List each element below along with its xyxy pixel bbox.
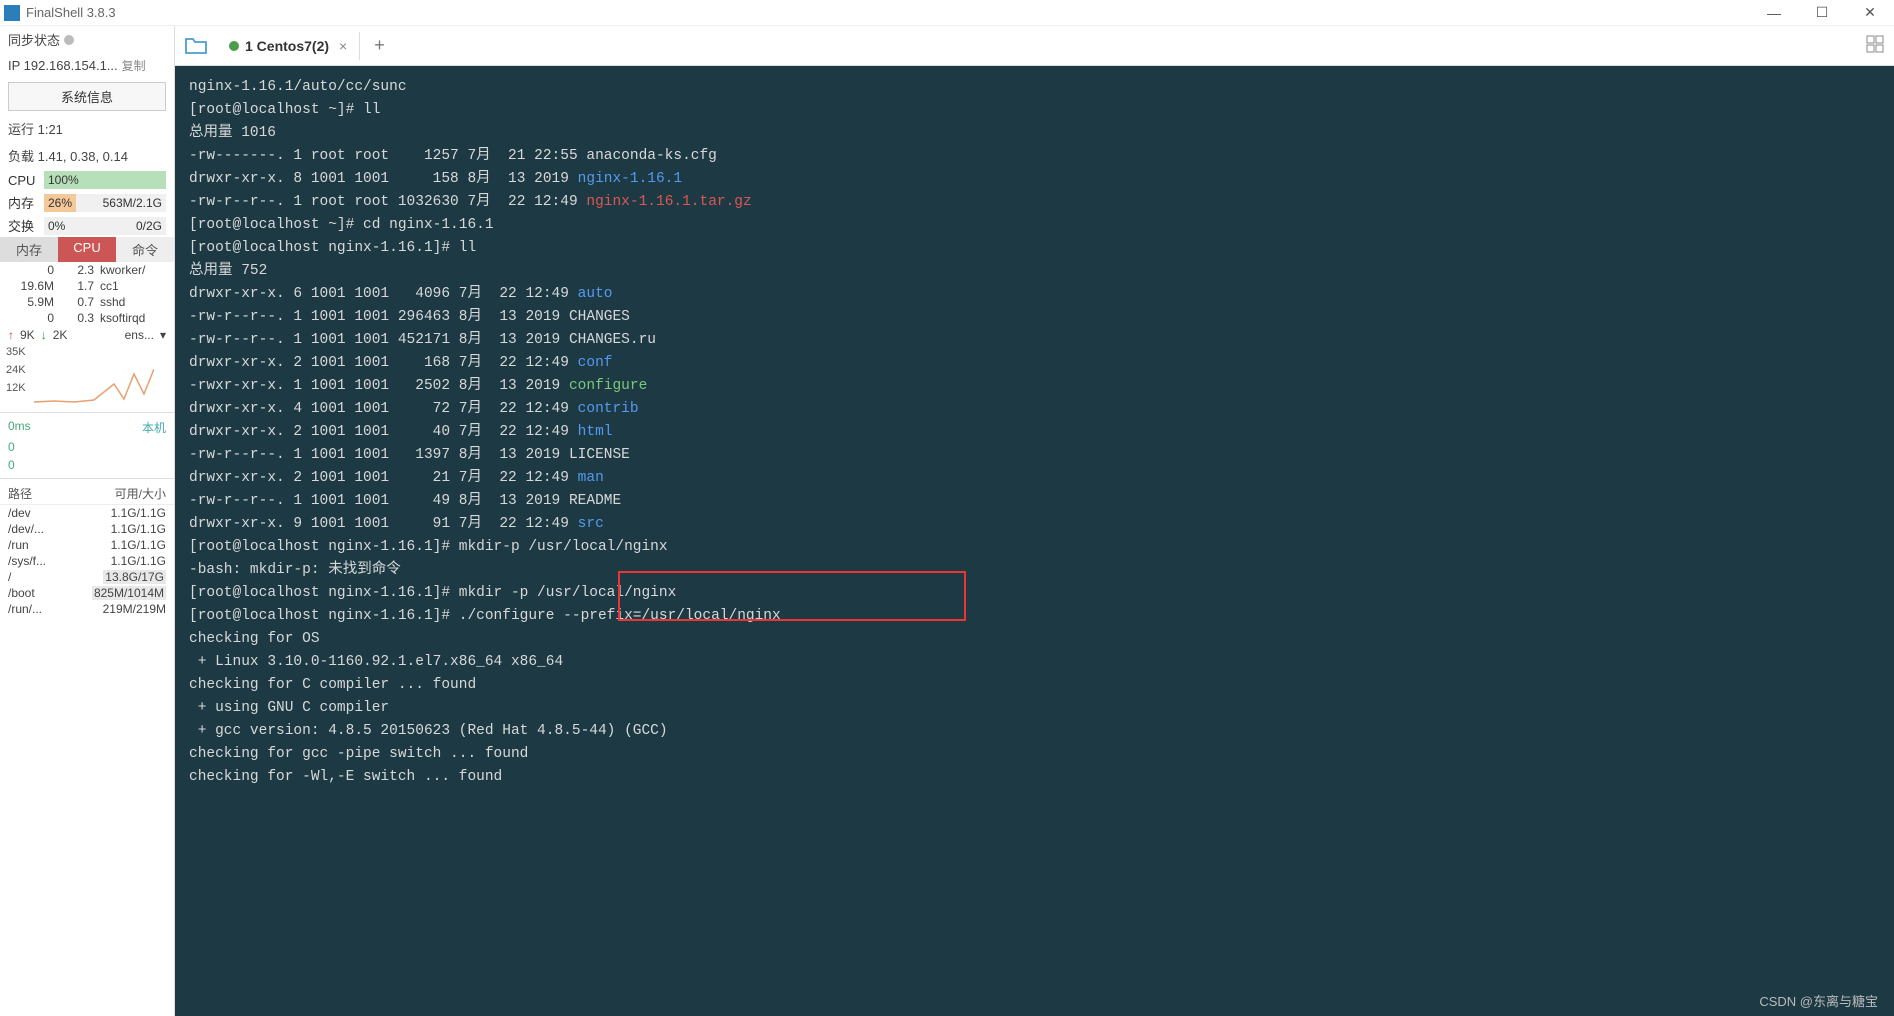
disk-row[interactable]: /boot825M/1014M bbox=[0, 585, 174, 601]
ip-text: IP 192.168.154.1... bbox=[8, 58, 118, 73]
swap-label: 交换 bbox=[8, 216, 40, 235]
tab-memory[interactable]: 内存 bbox=[0, 237, 58, 262]
titlebar: FinalShell 3.8.3 — ☐ ✕ bbox=[0, 0, 1894, 26]
window-title: FinalShell 3.8.3 bbox=[26, 5, 1754, 20]
tab-label: 1 Centos7(2) bbox=[245, 38, 329, 54]
terminal-line: -rw-r--r--. 1 root root 1032630 7月 22 12… bbox=[189, 191, 1880, 214]
process-row[interactable]: 5.9M0.7sshd bbox=[0, 294, 174, 310]
app-icon bbox=[4, 5, 20, 21]
net-chart: 35K 24K 12K bbox=[4, 346, 170, 406]
tab-add-button[interactable]: + bbox=[360, 35, 399, 56]
sync-label: 同步状态 bbox=[8, 30, 60, 49]
terminal-line: -rw-------. 1 root root 1257 7月 21 22:55… bbox=[189, 145, 1880, 168]
terminal-line: [root@localhost nginx-1.16.1]# mkdir -p … bbox=[189, 582, 1880, 605]
dropdown-icon[interactable]: ▾ bbox=[160, 328, 166, 342]
terminal-line: 总用量 752 bbox=[189, 260, 1880, 283]
sync-status: 同步状态 bbox=[0, 26, 174, 53]
latency-0b: 0 bbox=[0, 456, 174, 474]
process-table: 02.3kworker/19.6M1.7cc15.9M0.7sshd00.3ks… bbox=[0, 262, 174, 326]
watermark: CSDN @东离与糖宝 bbox=[1759, 991, 1878, 1010]
system-info-button[interactable]: 系统信息 bbox=[8, 82, 166, 111]
disk-row[interactable]: /run/...219M/219M bbox=[0, 601, 174, 617]
swap-row: 交换 0%0/2G bbox=[0, 214, 174, 237]
terminal-line: -rw-r--r--. 1 1001 1001 452171 8月 13 201… bbox=[189, 329, 1880, 352]
terminal-line: [root@localhost ~]# cd nginx-1.16.1 bbox=[189, 214, 1880, 237]
terminal-line: drwxr-xr-x. 9 1001 1001 91 7月 22 12:49 s… bbox=[189, 513, 1880, 536]
terminal-line: drwxr-xr-x. 6 1001 1001 4096 7月 22 12:49… bbox=[189, 283, 1880, 306]
terminal-line: -rw-r--r--. 1 1001 1001 1397 8月 13 2019 … bbox=[189, 444, 1880, 467]
terminal-line: drwxr-xr-x. 2 1001 1001 21 7月 22 12:49 m… bbox=[189, 467, 1880, 490]
net-iface[interactable]: ens... bbox=[125, 328, 154, 342]
mem-row: 内存 26%563M/2.1G bbox=[0, 191, 174, 214]
terminal-line: drwxr-xr-x. 4 1001 1001 72 7月 22 12:49 c… bbox=[189, 398, 1880, 421]
disk-row[interactable]: /run1.1G/1.1G bbox=[0, 537, 174, 553]
latency-0a: 0 bbox=[0, 438, 174, 456]
terminal-line: + using GNU C compiler bbox=[189, 697, 1880, 720]
terminal-line: + Linux 3.10.0-1160.92.1.el7.x86_64 x86_… bbox=[189, 651, 1880, 674]
disk-row[interactable]: /13.8G/17G bbox=[0, 569, 174, 585]
ip-row: IP 192.168.154.1... 复制 bbox=[0, 53, 174, 78]
tabs-bar: 1 Centos7(2) × + bbox=[175, 26, 1894, 66]
terminal-line: nginx-1.16.1/auto/cc/sunc bbox=[189, 76, 1880, 99]
copy-ip-link[interactable]: 复制 bbox=[122, 57, 146, 74]
cpu-label: CPU bbox=[8, 173, 40, 188]
terminal-line: [root@localhost nginx-1.16.1]# ./configu… bbox=[189, 605, 1880, 628]
terminal[interactable]: nginx-1.16.1/auto/cc/sunc[root@localhost… bbox=[175, 66, 1894, 1016]
maximize-button[interactable]: ☐ bbox=[1802, 3, 1842, 23]
process-row[interactable]: 00.3ksoftirqd bbox=[0, 310, 174, 326]
terminal-line: 总用量 1016 bbox=[189, 122, 1880, 145]
minimize-button[interactable]: — bbox=[1754, 3, 1794, 23]
sync-dot-icon bbox=[64, 35, 74, 45]
tab-session-1[interactable]: 1 Centos7(2) × bbox=[217, 32, 360, 60]
process-row[interactable]: 19.6M1.7cc1 bbox=[0, 278, 174, 294]
terminal-line: + gcc version: 4.8.5 20150623 (Red Hat 4… bbox=[189, 720, 1880, 743]
disk-header: 路径 可用/大小 bbox=[0, 483, 174, 505]
terminal-line: [root@localhost nginx-1.16.1]# mkdir-p /… bbox=[189, 536, 1880, 559]
disk-row[interactable]: /sys/f...1.1G/1.1G bbox=[0, 553, 174, 569]
terminal-line: -rwxr-xr-x. 1 1001 1001 2502 8月 13 2019 … bbox=[189, 375, 1880, 398]
terminal-line: [root@localhost nginx-1.16.1]# ll bbox=[189, 237, 1880, 260]
terminal-line: checking for gcc -pipe switch ... found bbox=[189, 743, 1880, 766]
mem-label: 内存 bbox=[8, 193, 40, 212]
close-button[interactable]: ✕ bbox=[1850, 3, 1890, 23]
latency-row: 0ms 本机 bbox=[0, 417, 174, 438]
terminal-line: drwxr-xr-x. 2 1001 1001 168 7月 22 12:49 … bbox=[189, 352, 1880, 375]
disk-row[interactable]: /dev/...1.1G/1.1G bbox=[0, 521, 174, 537]
folder-icon[interactable] bbox=[181, 33, 211, 59]
disk-row[interactable]: /dev1.1G/1.1G bbox=[0, 505, 174, 521]
layout-grid-icon[interactable] bbox=[1866, 35, 1884, 56]
terminal-line: drwxr-xr-x. 2 1001 1001 40 7月 22 12:49 h… bbox=[189, 421, 1880, 444]
net-row: ↑9K ↓2K ens... ▾ bbox=[0, 326, 174, 344]
terminal-line: checking for -Wl,-E switch ... found bbox=[189, 766, 1880, 789]
sidebar: 同步状态 IP 192.168.154.1... 复制 系统信息 运行 1:21… bbox=[0, 26, 175, 1016]
cpu-row: CPU 100% bbox=[0, 169, 174, 191]
terminal-line: checking for OS bbox=[189, 628, 1880, 651]
terminal-line: [root@localhost ~]# ll bbox=[189, 99, 1880, 122]
terminal-line: drwxr-xr-x. 8 1001 1001 158 8月 13 2019 n… bbox=[189, 168, 1880, 191]
status-dot-icon bbox=[229, 41, 239, 51]
process-row[interactable]: 02.3kworker/ bbox=[0, 262, 174, 278]
uptime: 运行 1:21 bbox=[0, 115, 174, 142]
download-icon: ↓ bbox=[41, 328, 47, 342]
terminal-line: -bash: mkdir-p: 未找到命令 bbox=[189, 559, 1880, 582]
tab-cpu[interactable]: CPU bbox=[58, 237, 116, 262]
terminal-line: -rw-r--r--. 1 1001 1001 296463 8月 13 201… bbox=[189, 306, 1880, 329]
terminal-line: -rw-r--r--. 1 1001 1001 49 8月 13 2019 RE… bbox=[189, 490, 1880, 513]
disk-table: /dev1.1G/1.1G/dev/...1.1G/1.1G/run1.1G/1… bbox=[0, 505, 174, 617]
terminal-line: checking for C compiler ... found bbox=[189, 674, 1880, 697]
tab-close-button[interactable]: × bbox=[339, 38, 347, 54]
load-avg: 负载 1.41, 0.38, 0.14 bbox=[0, 142, 174, 169]
upload-icon: ↑ bbox=[8, 328, 14, 342]
process-tabs: 内存 CPU 命令 bbox=[0, 237, 174, 262]
highlight-box bbox=[618, 571, 966, 621]
tab-command[interactable]: 命令 bbox=[116, 237, 174, 262]
content-area: 1 Centos7(2) × + nginx-1.16.1/auto/cc/su… bbox=[175, 26, 1894, 1016]
